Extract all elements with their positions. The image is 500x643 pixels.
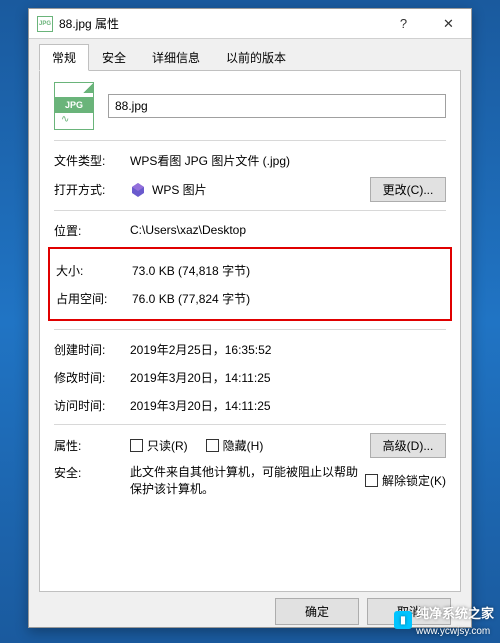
- tab-strip: 常规 安全 详细信息 以前的版本: [39, 44, 461, 71]
- file-type-icon: JPG ∿: [54, 82, 94, 130]
- titlebar-file-icon: JPG: [37, 16, 53, 32]
- label-security: 安全:: [54, 464, 130, 481]
- tab-panel-general: JPG ∿ 88.jpg 文件类型: WPS看图 JPG 图片文件 (.jpg)…: [39, 70, 461, 592]
- label-size: 大小:: [56, 262, 132, 279]
- tab-security[interactable]: 安全: [89, 44, 139, 70]
- watermark: ▮ 纯净系统之家 www.ycwjsy.com: [394, 603, 494, 637]
- titlebar: JPG 88.jpg 属性 ? ✕: [29, 9, 471, 39]
- filename-input[interactable]: 88.jpg: [108, 94, 446, 118]
- tab-general[interactable]: 常规: [39, 44, 89, 71]
- label-location: 位置:: [54, 222, 130, 239]
- value-created: 2019年2月25日，16:35:52: [130, 341, 446, 358]
- close-button[interactable]: ✕: [426, 9, 471, 38]
- value-opens-with: WPS 图片: [152, 181, 207, 198]
- value-size: 73.0 KB (74,818 字节): [132, 262, 444, 279]
- label-opens-with: 打开方式:: [54, 181, 130, 198]
- help-button[interactable]: ?: [381, 9, 426, 38]
- watermark-url: www.ycwjsy.com: [416, 626, 490, 637]
- label-accessed: 访问时间:: [54, 397, 130, 414]
- wps-app-icon: [130, 182, 146, 198]
- value-location: C:\Users\xaz\Desktop: [130, 223, 446, 237]
- label-size-on-disk: 占用空间:: [56, 290, 132, 307]
- properties-dialog: JPG 88.jpg 属性 ? ✕ 常规 安全 详细信息 以前的版本 JPG ∿…: [28, 8, 472, 628]
- value-size-on-disk: 76.0 KB (77,824 字节): [132, 290, 444, 307]
- advanced-button[interactable]: 高级(D)...: [370, 433, 446, 458]
- tab-details[interactable]: 详细信息: [139, 44, 213, 70]
- size-highlight-box: 大小: 73.0 KB (74,818 字节) 占用空间: 76.0 KB (7…: [48, 247, 452, 321]
- hidden-checkbox[interactable]: 隐藏(H): [206, 437, 264, 454]
- titlebar-title: 88.jpg 属性: [59, 15, 381, 32]
- watermark-text: 纯净系统之家: [416, 606, 494, 621]
- label-modified: 修改时间:: [54, 369, 130, 386]
- change-button[interactable]: 更改(C)...: [370, 177, 446, 202]
- unblock-checkbox[interactable]: 解除锁定(K): [365, 472, 446, 489]
- value-security-text: 此文件来自其他计算机，可能被阻止以帮助保护该计算机。: [130, 464, 365, 498]
- watermark-logo-icon: ▮: [394, 611, 412, 629]
- label-created: 创建时间:: [54, 341, 130, 358]
- label-attributes: 属性:: [54, 437, 130, 454]
- tab-previous-versions[interactable]: 以前的版本: [213, 44, 299, 70]
- ok-button[interactable]: 确定: [275, 598, 359, 625]
- label-filetype: 文件类型:: [54, 152, 130, 169]
- value-modified: 2019年3月20日，14:11:25: [130, 369, 446, 386]
- value-accessed: 2019年3月20日，14:11:25: [130, 397, 446, 414]
- value-filetype: WPS看图 JPG 图片文件 (.jpg): [130, 152, 446, 169]
- readonly-checkbox[interactable]: 只读(R): [130, 437, 188, 454]
